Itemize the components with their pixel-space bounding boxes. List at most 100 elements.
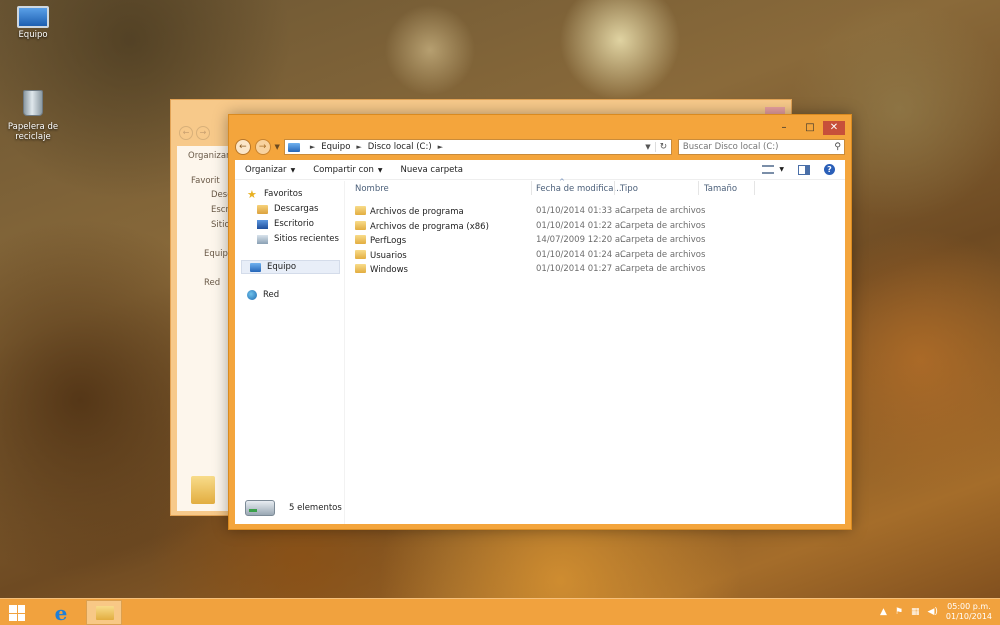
minimize-button[interactable]: – — [771, 121, 797, 135]
desktop-icon-equipo[interactable]: Equipo — [0, 6, 68, 40]
nav-item-label: Escritorio — [274, 219, 314, 229]
nav-item-equipo[interactable]: Equipo — [241, 260, 340, 274]
internet-explorer-icon[interactable]: e — [50, 602, 72, 624]
search-box[interactable]: ⚲ — [677, 139, 845, 155]
file-date: 14/07/2009 12:20 a... — [536, 235, 629, 245]
close-button[interactable]: ✕ — [823, 121, 845, 135]
organize-menu-button[interactable]: Organizar ▼ — [245, 165, 295, 175]
file-date: 01/10/2014 01:33 a... — [536, 206, 629, 216]
file-type: Carpeta de archivos — [620, 220, 706, 231]
file-name: Usuarios — [370, 250, 407, 261]
breadcrumb-separator-icon[interactable]: ► — [356, 143, 361, 151]
desktop-icon-label: Equipo — [18, 30, 48, 40]
search-icon[interactable]: ⚲ — [834, 142, 841, 152]
item-count: 5 elementos — [289, 503, 342, 513]
share-menu-button[interactable]: Compartir con ▼ — [313, 165, 382, 175]
column-divider[interactable] — [754, 181, 755, 195]
file-type: Carpeta de archivos — [620, 264, 706, 274]
window-controls: – □ ✕ — [771, 121, 845, 135]
breadcrumb-separator-icon[interactable]: ► — [310, 143, 315, 151]
navigation-pane: ★ Favoritos Descargas Escritorio Sitios … — [235, 181, 345, 524]
nav-item-favoritos[interactable]: ★ Favoritos — [235, 187, 344, 201]
back-arrow-icon[interactable]: ← — [179, 126, 193, 140]
back-nav-recent[interactable]: Sitio — [211, 220, 230, 230]
system-tray: ▲ ⚑ ▦ ◀) 05:00 p.m. 01/10/2014 — [880, 602, 992, 622]
forward-arrow-icon[interactable]: → — [196, 126, 210, 140]
file-name: PerfLogs — [370, 236, 407, 246]
file-date: 01/10/2014 01:27 a... — [536, 264, 629, 274]
nav-item-descargas[interactable]: Descargas — [235, 202, 344, 216]
search-input[interactable] — [682, 142, 823, 152]
back-nav-network[interactable]: Red — [204, 278, 220, 288]
column-divider[interactable] — [531, 181, 532, 195]
column-divider[interactable] — [698, 181, 699, 195]
chevron-down-icon: ▼ — [377, 166, 383, 174]
file-row[interactable]: Usuarios 01/10/2014 01:24 a... Carpeta d… — [355, 249, 845, 263]
network-icon — [247, 290, 257, 300]
window-client-area: Organizar ▼ Compartir con ▼ Nueva carpeta … — [235, 160, 845, 524]
file-row[interactable]: Archivos de programa 01/10/2014 01:33 a.… — [355, 205, 845, 219]
new-folder-button[interactable]: Nueva carpeta — [400, 165, 462, 175]
change-view-button[interactable]: ▼ — [762, 165, 784, 174]
forward-button[interactable]: → — [254, 139, 271, 155]
file-type: Carpeta de archivos — [620, 249, 706, 260]
nav-item-escritorio[interactable]: Escritorio — [235, 217, 344, 231]
folder-icon — [355, 220, 366, 230]
desktop-icon-recycle-bin[interactable]: Papelera de reciclaje — [0, 90, 68, 142]
file-explorer-taskbar-button[interactable] — [86, 600, 122, 625]
preview-pane-icon[interactable] — [798, 164, 810, 175]
file-date: 01/10/2014 01:22 a... — [536, 220, 629, 231]
address-row: ← → ▼ ► Equipo ► Disco local (C:) ► ▼ ↻ … — [235, 137, 845, 157]
column-header-name[interactable]: Nombre — [355, 184, 389, 198]
folder-icon — [96, 606, 114, 620]
back-button[interactable]: ← — [235, 139, 251, 155]
help-icon[interactable]: ? — [824, 164, 835, 175]
nav-item-label: Descargas — [274, 204, 319, 214]
file-row[interactable]: PerfLogs 14/07/2009 12:20 a... Carpeta d… — [355, 234, 845, 248]
file-name: Windows — [370, 265, 408, 275]
folder-icon — [355, 264, 366, 273]
file-type: Carpeta de archivos — [620, 235, 706, 245]
windows-logo-icon — [9, 605, 17, 613]
column-header-date[interactable]: Fecha de modifica... — [536, 184, 622, 198]
clock[interactable]: 05:00 p.m. 01/10/2014 — [946, 602, 992, 622]
maximize-button[interactable]: □ — [797, 121, 823, 135]
action-center-flag-icon[interactable]: ⚑ — [895, 607, 903, 617]
column-header-size[interactable]: Tamaño — [704, 184, 737, 198]
recent-locations-dropdown-icon[interactable]: ▼ — [275, 143, 280, 151]
address-bar[interactable]: ► Equipo ► Disco local (C:) ► ▼ ↻ — [283, 139, 672, 155]
share-label: Compartir con — [313, 164, 374, 175]
desktop-icon-label: Papelera de reciclaje — [7, 122, 59, 142]
nav-item-sitios-recientes[interactable]: Sitios recientes — [235, 232, 344, 246]
desktop-icon — [257, 219, 268, 229]
column-header-type[interactable]: Tipo — [620, 184, 638, 198]
recycle-bin-icon — [23, 90, 43, 116]
file-row[interactable]: Windows 01/10/2014 01:27 a... Carpeta de… — [355, 263, 845, 277]
network-icon[interactable]: ▦ — [911, 607, 920, 617]
column-divider[interactable] — [614, 181, 615, 195]
back-window-organize[interactable]: Organizar — [188, 151, 230, 161]
start-button[interactable] — [9, 605, 25, 621]
downloads-icon — [257, 204, 268, 214]
windows-logo-icon — [17, 613, 25, 621]
explorer-window[interactable]: – □ ✕ ← → ▼ ► Equipo ► Disco local (C:) … — [228, 114, 852, 530]
details-view-icon — [762, 165, 775, 174]
folder-icon — [355, 249, 366, 259]
breadcrumb-equipo[interactable]: Equipo — [321, 142, 350, 152]
nav-item-red[interactable]: Red — [235, 288, 344, 302]
view-controls: ▼ ? — [762, 164, 845, 175]
chevron-down-icon[interactable]: ▼ — [779, 166, 784, 173]
refresh-icon[interactable]: ↻ — [654, 142, 671, 152]
status-bar: 5 elementos — [245, 500, 342, 516]
address-dropdown-icon[interactable]: ▼ — [641, 143, 655, 151]
chevron-down-icon: ▼ — [290, 166, 296, 174]
breadcrumb-disco-local[interactable]: Disco local (C:) — [368, 142, 432, 152]
back-nav-favorites[interactable]: Favorit — [191, 176, 220, 186]
file-row[interactable]: Archivos de programa (x86) 01/10/2014 01… — [355, 220, 845, 234]
volume-icon[interactable]: ◀) — [927, 607, 937, 617]
taskbar: e ▲ ⚑ ▦ ◀) 05:00 p.m. 01/10/2014 — [0, 598, 1000, 625]
file-name: Archivos de programa — [370, 207, 464, 217]
folder-icon — [191, 476, 215, 504]
show-hidden-icons-icon[interactable]: ▲ — [880, 607, 887, 617]
breadcrumb-separator-icon[interactable]: ► — [438, 143, 443, 151]
